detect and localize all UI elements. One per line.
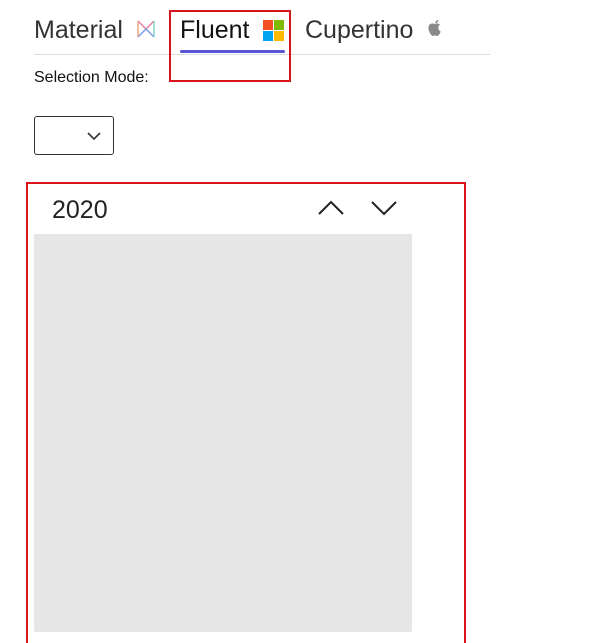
calendar: 2020 [34, 186, 412, 632]
tab-material-label: Material [34, 15, 123, 44]
selection-mode-dropdown[interactable] [34, 116, 114, 155]
tab-cupertino[interactable]: Cupertino [305, 12, 443, 48]
chevron-down-icon [370, 199, 398, 222]
calendar-header: 2020 [34, 186, 412, 234]
selection-mode-label: Selection Mode: [34, 69, 149, 86]
apple-logo-icon [427, 16, 443, 45]
calendar-body [34, 234, 412, 632]
platform-tab-bar: Material Fluent Cupertino [34, 0, 490, 55]
material-icon [137, 16, 155, 45]
tab-cupertino-label: Cupertino [305, 15, 414, 44]
tab-fluent-label: Fluent [180, 15, 250, 44]
previous-year-button[interactable] [314, 196, 348, 224]
windows-logo-icon [263, 19, 285, 41]
tab-fluent[interactable]: Fluent [180, 12, 285, 48]
next-year-button[interactable] [367, 196, 401, 224]
page: Material Fluent Cupertino Selection Mode… [0, 0, 590, 643]
chevron-up-icon [317, 199, 345, 222]
calendar-year[interactable]: 2020 [52, 196, 108, 225]
selected-tab-indicator [180, 50, 285, 53]
chevron-down-icon [86, 128, 102, 149]
tab-material[interactable]: Material [34, 12, 155, 48]
